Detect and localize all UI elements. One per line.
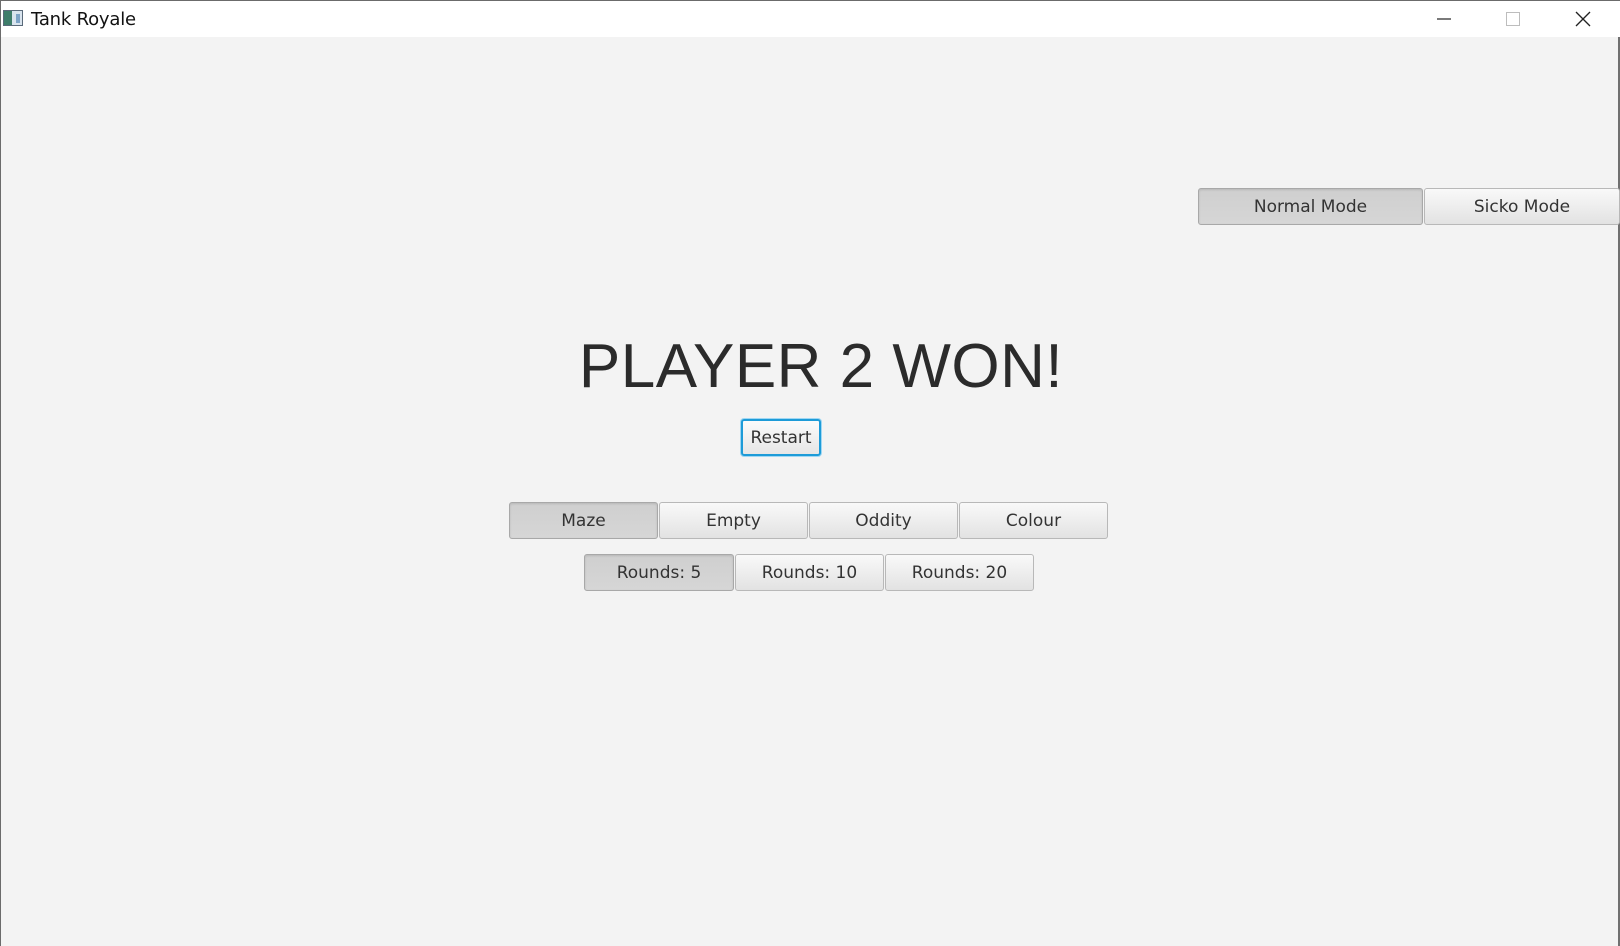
rounds-5-button[interactable]: Rounds: 5	[584, 554, 734, 591]
game-menu-area	[1, 37, 1620, 946]
map-empty-button[interactable]: Empty	[659, 502, 808, 539]
window-title: Tank Royale	[31, 9, 136, 30]
maximize-button[interactable]	[1479, 1, 1547, 37]
close-icon	[1575, 11, 1591, 27]
map-maze-button[interactable]: Maze	[509, 502, 658, 539]
winner-headline: PLAYER 2 WON!	[578, 332, 1064, 401]
map-colour-button[interactable]: Colour	[959, 502, 1108, 539]
close-button[interactable]	[1549, 1, 1617, 37]
app-icon	[3, 10, 23, 26]
app-window: Tank Royale Normal Mode Sicko Mode PLAYE…	[0, 0, 1620, 946]
minimize-icon	[1437, 18, 1451, 20]
minimize-button[interactable]	[1410, 1, 1478, 37]
restart-button[interactable]: Restart	[741, 419, 821, 456]
sicko-mode-button[interactable]: Sicko Mode	[1424, 188, 1620, 225]
normal-mode-button[interactable]: Normal Mode	[1198, 188, 1423, 225]
maximize-icon	[1506, 12, 1520, 26]
map-oddity-button[interactable]: Oddity	[809, 502, 958, 539]
title-bar[interactable]: Tank Royale	[1, 1, 1620, 37]
rounds-20-button[interactable]: Rounds: 20	[885, 554, 1034, 591]
rounds-10-button[interactable]: Rounds: 10	[735, 554, 884, 591]
